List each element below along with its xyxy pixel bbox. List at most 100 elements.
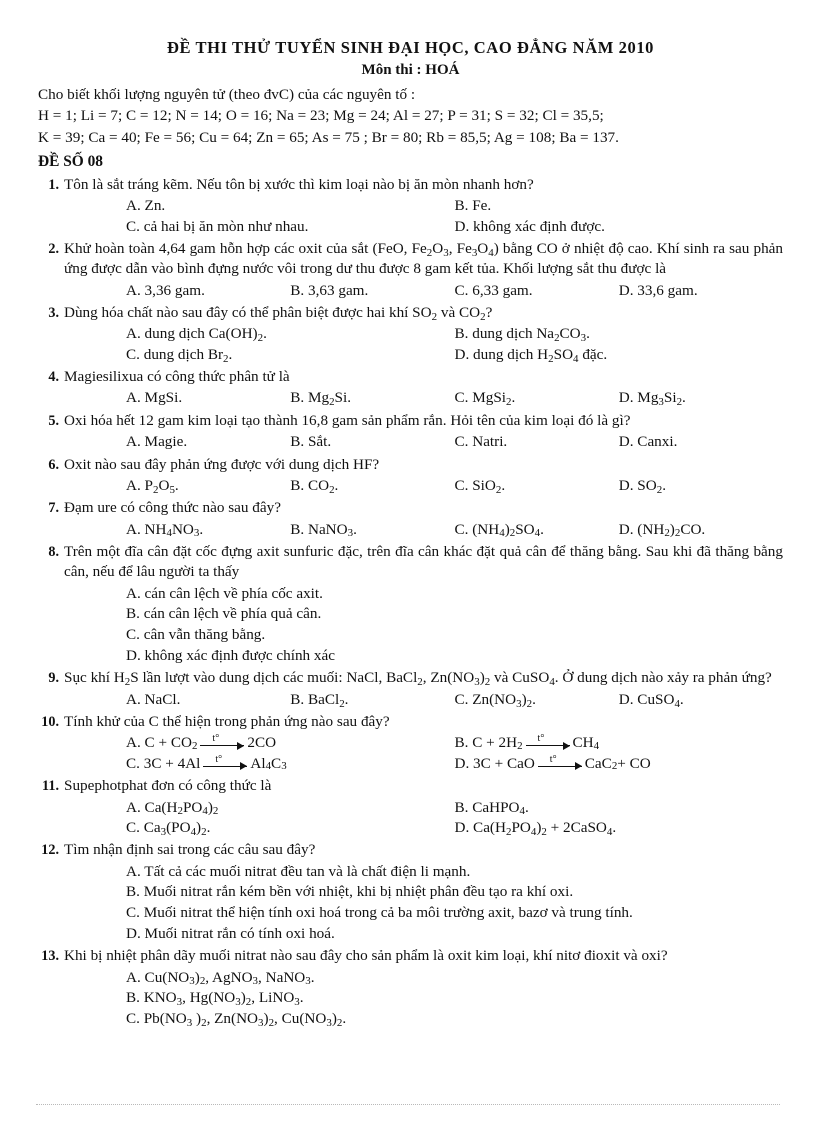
- question-item: 13. Khi bị nhiệt phân dãy muối nitrat nào…: [38, 946, 783, 1029]
- footer-divider: [36, 1104, 780, 1105]
- question-number: 4.: [48, 369, 59, 386]
- question-number: 3.: [48, 305, 59, 321]
- option-row: A. 3,36 gam. B. 3,63 gam. C. 6,33 gam. D. 3…: [64, 281, 783, 301]
- question-stem: Oxi hóa hết 12 gam kim loại tạo thành 16…: [64, 411, 631, 429]
- option-row: A. P2O5. B. CO2. C. SiO2. D. SO2.: [64, 476, 783, 496]
- answer-option[interactable]: C. 6,33 gam.: [455, 281, 619, 301]
- question-body: Đạm ure có công thức nào sau đây? A. NH4N…: [64, 498, 783, 540]
- question-item: 8. Trên một đĩa cân đặt cốc đựng axit sun…: [38, 542, 783, 666]
- option-group: A. Ca(H2PO4)2 B. CaHPO4. C. Ca3(PO4)2. D. C…: [64, 798, 783, 839]
- answer-option[interactable]: C. dung dịch Br2.: [126, 345, 455, 365]
- question-stem: Dùng hóa chất nào sau đây có thể phân bi…: [64, 304, 493, 323]
- question-number: 12.: [41, 842, 59, 859]
- question-item: 6. Oxit nào sau đây phản ứng được với dun…: [38, 455, 783, 497]
- answer-option[interactable]: D. không xác định được chính xác: [64, 646, 783, 667]
- question-item: 4. Magiesilixua có công thức phân tử là A.…: [38, 367, 783, 409]
- answer-option[interactable]: D. (NH2)2CO.: [619, 520, 783, 540]
- atomic-mass-line-2: K = 39; Ca = 40; Fe = 56; Cu = 64; Zn = …: [38, 129, 619, 147]
- subject-line: Môn thi : HOÁ: [361, 61, 460, 78]
- question-body: Khử hoàn toàn 4,64 gam hỗn hợp các oxit …: [64, 239, 783, 301]
- answer-option[interactable]: A. NaCl.: [126, 690, 290, 710]
- question-stem: Sục khí H2S lần lượt vào dung dịch các m…: [64, 669, 772, 689]
- answer-option[interactable]: A. Cu(NO3)2, AgNO3, NaNO3.: [64, 968, 783, 989]
- answer-option[interactable]: B. 3,63 gam.: [290, 281, 454, 301]
- question-item: 3. Dùng hóa chất nào sau đây có thể phân …: [38, 303, 783, 365]
- answer-option[interactable]: B. cán cân lệch về phía quả cân.: [64, 604, 783, 625]
- question-item: 5. Oxi hóa hết 12 gam kim loại tạo thành …: [38, 411, 783, 453]
- answer-option[interactable]: B. KNO3, Hg(NO3)2, LiNO3.: [64, 988, 783, 1009]
- answer-option[interactable]: C. 3C + 4Al t° Al 4 C 3: [126, 754, 455, 774]
- answer-option[interactable]: C. cân vẫn thăng bằng.: [64, 625, 783, 646]
- answer-option[interactable]: C. Zn(NO3)2.: [455, 690, 619, 710]
- option-group: A. dung dịch Ca(OH)2. B. dung dịch Na2CO3…: [64, 324, 783, 365]
- question-body: Oxi hóa hết 12 gam kim loại tạo thành 16…: [64, 411, 783, 453]
- option-row: C. dung dịch Br2. D. dung dịch H2SO4 đặc.: [64, 345, 783, 365]
- option-group: A. Tất cả các muối nitrat đều tan và là …: [64, 862, 783, 945]
- answer-option[interactable]: B. C + 2H 2 t° CH 4: [455, 733, 784, 753]
- answer-option[interactable]: D. Canxi.: [619, 432, 783, 452]
- option-row: C. 3C + 4Al t° Al 4 C 3 D. 3C + CaO t° CaC 2 + CO: [64, 754, 783, 774]
- answer-option[interactable]: D. 33,6 gam.: [619, 281, 783, 301]
- answer-option[interactable]: A. cán cân lệch về phía cốc axit.: [64, 584, 783, 605]
- question-body: Tính khử của C thể hiện trong phản ứng n…: [64, 712, 783, 774]
- answer-option[interactable]: B. Fe.: [455, 196, 784, 216]
- answer-option[interactable]: A. Magie.: [126, 432, 290, 452]
- answer-option[interactable]: C. Ca3(PO4)2.: [126, 818, 455, 838]
- question-body: Tìm nhận định sai trong các câu sau đây?…: [64, 840, 783, 944]
- answer-option[interactable]: A. 3,36 gam.: [126, 281, 290, 301]
- answer-option[interactable]: D. 3C + CaO t° CaC 2 + CO: [455, 754, 784, 774]
- option-group: A. Zn. B. Fe. C. cả hai bị ăn mòn như nhau…: [64, 196, 783, 237]
- answer-option[interactable]: B. Sắt.: [290, 432, 454, 452]
- answer-option[interactable]: D. SO2.: [619, 476, 783, 496]
- answer-option[interactable]: A. Zn.: [126, 196, 455, 216]
- question-stem: Đạm ure có công thức nào sau đây?: [64, 499, 281, 517]
- answer-option[interactable]: A. Ca(H2PO4)2: [126, 798, 455, 818]
- answer-option[interactable]: D. Mg3Si2.: [619, 388, 783, 408]
- answer-option[interactable]: A. MgSi.: [126, 388, 290, 408]
- answer-option[interactable]: D. CuSO4.: [619, 690, 783, 710]
- answer-option[interactable]: B. NaNO3.: [290, 520, 454, 540]
- question-number: 6.: [48, 456, 59, 473]
- question-stem: Oxit nào sau đây phản ứng được với dung …: [64, 455, 380, 473]
- option-group: A. MgSi. B. Mg2Si. C. MgSi2. D. Mg3Si2.: [64, 388, 783, 408]
- question-stem: Magiesilixua có công thức phân tử là: [64, 368, 290, 386]
- answer-option[interactable]: C. MgSi2.: [455, 388, 619, 408]
- question-list: 1. Tôn là sắt tráng kẽm. Nếu tôn bị xước …: [38, 175, 783, 1030]
- answer-option[interactable]: C. (NH4)2SO4.: [455, 520, 619, 540]
- answer-option[interactable]: C. Natri.: [455, 432, 619, 452]
- answer-option[interactable]: B. Muối nitrat rắn kém bền với nhiệt, kh…: [64, 882, 783, 903]
- answer-option[interactable]: D. Ca(H2PO4)2 + 2CaSO4.: [455, 818, 784, 838]
- question-body: Khi bị nhiệt phân dãy muối nitrat nào sa…: [64, 946, 783, 1029]
- answer-option[interactable]: B. Mg2Si.: [290, 388, 454, 408]
- exam-page: ĐỀ THI THỬ TUYỂN SINH ĐẠI HỌC, CAO ĐẲNG …: [0, 0, 816, 1123]
- answer-option[interactable]: D. không xác định được.: [455, 217, 784, 237]
- answer-option[interactable]: D. Muối nitrat rắn có tính oxi hoá.: [64, 924, 783, 945]
- question-number: 8.: [48, 543, 59, 560]
- option-row: A. Ca(H2PO4)2 B. CaHPO4.: [64, 798, 783, 818]
- answer-option[interactable]: B. CO2.: [290, 476, 454, 496]
- answer-option[interactable]: C. cả hai bị ăn mòn như nhau.: [126, 217, 455, 237]
- reaction-arrow: t°: [537, 754, 582, 771]
- question-stem: Khi bị nhiệt phân dãy muối nitrat nào sa…: [64, 947, 668, 965]
- question-body: Tôn là sắt tráng kẽm. Nếu tôn bị xước th…: [64, 175, 783, 237]
- page-title: ĐỀ THI THỬ TUYỂN SINH ĐẠI HỌC, CAO ĐẲNG …: [166, 38, 655, 57]
- answer-option[interactable]: B. dung dịch Na2CO3.: [455, 324, 784, 344]
- answer-option[interactable]: A. P2O5.: [126, 476, 290, 496]
- answer-option[interactable]: B. CaHPO4.: [455, 798, 784, 818]
- answer-option[interactable]: C. Muối nitrat thể hiện tính oxi hoá tro…: [64, 903, 783, 924]
- question-number: 10.: [41, 714, 59, 731]
- question-stem: Tôn là sắt tráng kẽm. Nếu tôn bị xước th…: [64, 175, 534, 193]
- exam-code: ĐỀ SỐ 08: [38, 152, 103, 170]
- answer-option[interactable]: B. BaCl2.: [290, 690, 454, 710]
- question-body: Supephotphat đơn có công thức là A. Ca(H2…: [64, 776, 783, 838]
- answer-option[interactable]: C. SiO2.: [455, 476, 619, 496]
- answer-option[interactable]: C. Pb(NO3 )2, Zn(NO3)2, Cu(NO3)2.: [64, 1009, 783, 1030]
- question-number: 7.: [48, 500, 59, 517]
- answer-option[interactable]: D. dung dịch H2SO4 đặc.: [455, 345, 784, 365]
- answer-option[interactable]: A. NH4NO3.: [126, 520, 290, 540]
- option-group: A. Magie. B. Sắt. C. Natri. D. Canxi.: [64, 432, 783, 452]
- answer-option[interactable]: A. dung dịch Ca(OH)2.: [126, 324, 455, 344]
- option-row: A. dung dịch Ca(OH)2. B. dung dịch Na2CO3…: [64, 324, 783, 344]
- answer-option[interactable]: A. Tất cả các muối nitrat đều tan và là …: [64, 862, 783, 883]
- answer-option[interactable]: A. C + CO 2 t° 2CO: [126, 733, 455, 753]
